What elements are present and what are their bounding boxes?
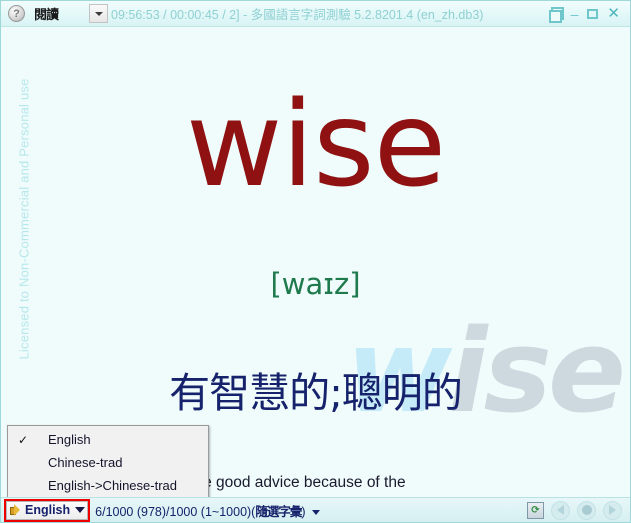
language-label: English <box>25 503 71 517</box>
language-button-wrapper: English <box>4 498 91 522</box>
chevron-down-icon <box>75 507 86 513</box>
application-window: ? 閱讀 09:56:53 / 00:00:45 / 2] - 多國語言字詞測驗… <box>0 0 631 523</box>
chevron-down-icon <box>94 11 103 16</box>
prev-button[interactable] <box>551 500 570 520</box>
prev-icon <box>557 505 564 515</box>
minimize-window-button[interactable]: – <box>571 7 579 21</box>
headword: wise <box>185 75 446 213</box>
speaker-icon <box>9 503 22 517</box>
language-context-menu[interactable]: ✓ English Chinese-trad English->Chinese-… <box>7 425 209 497</box>
stop-button[interactable] <box>577 500 596 520</box>
restore-window-button[interactable] <box>548 7 564 23</box>
chevron-down-icon[interactable] <box>311 509 320 515</box>
menu-item-label: Chinese-trad <box>48 455 123 470</box>
status-suffix: ) <box>301 504 306 519</box>
check-icon: ✓ <box>17 432 29 447</box>
next-button[interactable] <box>603 500 622 520</box>
status-mode-label: 隨選字彙 <box>255 504 302 519</box>
menu-item-english[interactable]: ✓ English <box>8 428 208 451</box>
main-content: Licensed to Non-Commercial and Personal … <box>1 27 630 497</box>
highlight-box: English <box>4 498 91 522</box>
menu-item-english-to-chinese-trad[interactable]: English->Chinese-trad <box>8 474 208 497</box>
mode-label: 閱讀 <box>34 7 59 22</box>
next-icon <box>609 505 616 515</box>
chinese-meaning: 有智慧的;聰明的 <box>169 369 463 417</box>
status-counter: 6/1000 (978)/1000 (1~1000)( <box>95 504 256 519</box>
status-bar: English 6/1000 (978)/1000 (1~1000)(隨選字彙)… <box>1 497 630 522</box>
window-controls: – ✕ <box>548 6 620 23</box>
window-title: 09:56:53 / 00:00:45 / 2] - 多國語言字詞測驗 5.2.… <box>111 8 484 22</box>
status-text[interactable]: 6/1000 (978)/1000 (1~1000)(隨選字彙) <box>95 501 527 520</box>
menu-item-label: English <box>48 432 91 447</box>
language-dropdown-button[interactable]: English <box>6 500 89 520</box>
question-circle-icon: ? <box>8 5 25 22</box>
navigation-controls: ⟳ <box>527 500 622 520</box>
refresh-copy-icon[interactable]: ⟳ <box>527 501 544 519</box>
menu-item-chinese-trad[interactable]: Chinese-trad <box>8 451 208 474</box>
stop-icon <box>581 505 592 515</box>
maximize-window-button[interactable] <box>587 8 599 19</box>
close-window-button[interactable]: ✕ <box>607 6 620 21</box>
phonetic-transcription: [waɪz] <box>270 267 361 301</box>
mode-dropdown-button[interactable] <box>89 4 109 23</box>
menu-item-label: English->Chinese-trad <box>48 478 177 493</box>
title-bar: ? 閱讀 09:56:53 / 00:00:45 / 2] - 多國語言字詞測驗… <box>1 1 630 27</box>
